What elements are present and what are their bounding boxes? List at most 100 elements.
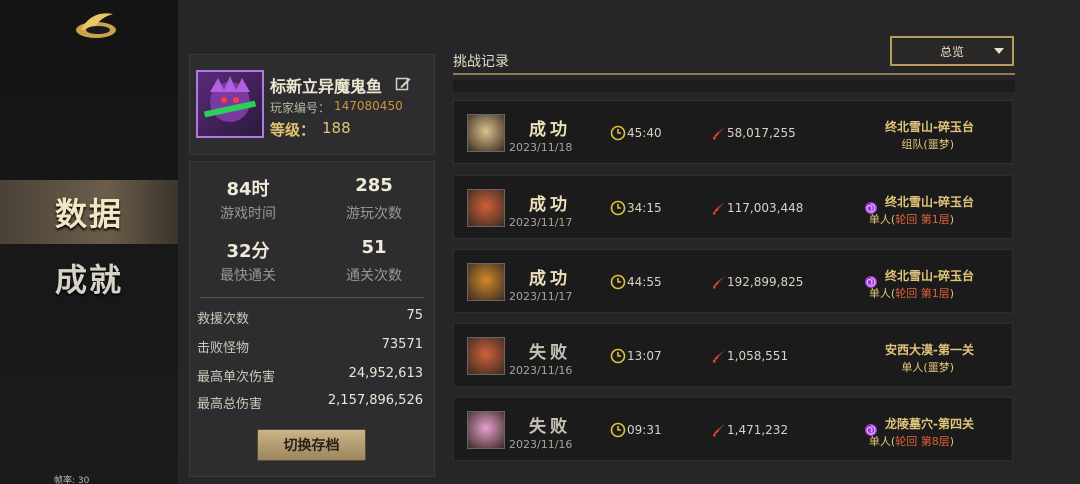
- record-mode-highlight: 轮回 第1层: [895, 213, 950, 226]
- clock-icon: [610, 125, 626, 141]
- record-result: 失败: [529, 343, 571, 363]
- damage-sword-icon: [713, 350, 725, 363]
- record-mode-suffix: ): [949, 213, 954, 226]
- records-title: 挑战记录: [453, 54, 509, 70]
- record-character-avatar: [467, 263, 505, 301]
- stat-row-label: 救援次数: [197, 312, 250, 327]
- record-mode-highlight: 轮回 第1层: [895, 287, 950, 300]
- stat-row-value: 73571: [381, 337, 423, 352]
- stat-playcount-value: 285: [355, 175, 393, 196]
- record-mode-highlight: 轮回 第8层: [895, 435, 950, 448]
- record-result: 成功: [529, 269, 571, 289]
- record-date: 2023/11/18: [509, 141, 573, 154]
- record-character-avatar: [467, 337, 505, 375]
- record-duration: 45:40: [627, 126, 662, 140]
- record-mode-suffix: ): [949, 435, 954, 448]
- records-header-strip: [453, 80, 1015, 92]
- record-row[interactable]: 成功 2023/11/17 34:15 117,003,448 终北雪山-碎玉台单人(轮…: [453, 175, 1013, 239]
- stat-fastest-value: 32分: [226, 241, 270, 262]
- record-mode: 单人(轮回 第1层): [869, 285, 954, 301]
- stats-divider: [200, 297, 424, 298]
- record-date: 2023/11/16: [509, 438, 573, 451]
- stat-playcount-label: 游玩次数: [346, 206, 402, 222]
- clock-icon: [610, 422, 626, 438]
- player-name: 标新立异魔鬼鱼: [270, 77, 383, 96]
- level-label: 等级：: [270, 121, 316, 139]
- record-date: 2023/11/17: [509, 290, 573, 303]
- record-mode: 组队(噩梦): [901, 136, 954, 152]
- stat-row-label: 最高单次伤害: [197, 370, 276, 385]
- damage-sword-icon: [713, 202, 725, 215]
- player-id-label: 玩家编号：: [270, 101, 331, 115]
- record-damage: 1,471,232: [727, 423, 789, 437]
- record-damage: 1,058,551: [727, 349, 789, 363]
- player-id: 147080450: [334, 99, 403, 113]
- level-value: 188: [322, 119, 351, 137]
- record-stage: 终北雪山-碎玉台: [885, 195, 974, 209]
- record-mode: 单人(轮回 第8层): [869, 433, 954, 449]
- record-date: 2023/11/16: [509, 364, 573, 377]
- record-mode-suffix: ): [949, 287, 954, 300]
- fps-counter: 帧率: 30: [54, 476, 90, 484]
- record-mode-prefix: 单人(: [901, 361, 928, 374]
- nav-tab-achievements[interactable]: 成就: [0, 246, 178, 310]
- record-mode-prefix: 单人(: [868, 287, 896, 300]
- record-damage: 192,899,825: [727, 275, 804, 289]
- record-row[interactable]: 成功 2023/11/18 45:40 58,017,255 终北雪山-碎玉台 组队(噩梦…: [453, 100, 1013, 164]
- stat-clears-label: 通关次数: [346, 268, 402, 284]
- player-avatar[interactable]: [196, 70, 264, 138]
- record-result: 成功: [529, 195, 571, 215]
- stat-clears-value: 51: [361, 237, 387, 258]
- record-result: 失败: [529, 417, 571, 437]
- stat-row-value: 75: [406, 308, 423, 323]
- record-row[interactable]: 失败 2023/11/16 13:07 1,058,551 安西大漠-第一关 单人(噩梦): [453, 323, 1013, 387]
- stat-playtime-label: 游戏时间: [220, 206, 276, 222]
- record-character-avatar: [467, 411, 505, 449]
- record-duration: 44:55: [627, 275, 662, 289]
- record-character-avatar: [467, 189, 505, 227]
- record-mode: 单人(噩梦): [901, 359, 954, 375]
- stat-playtime-value: 84时: [226, 179, 270, 200]
- damage-sword-icon: [713, 276, 725, 289]
- record-duration: 13:07: [627, 349, 662, 363]
- records-filter-value: 总览: [939, 44, 964, 59]
- record-result: 成功: [529, 120, 571, 140]
- record-character-avatar: [467, 114, 505, 152]
- switch-save-button[interactable]: 切换存档: [257, 429, 366, 461]
- record-mode-prefix: 单人(: [868, 213, 896, 226]
- stat-row-label: 最高总伤害: [197, 397, 263, 412]
- record-date: 2023/11/17: [509, 216, 573, 229]
- record-stage: 终北雪山-碎玉台: [885, 120, 974, 134]
- record-mode-prefix: 组队(: [901, 138, 928, 151]
- record-row[interactable]: 成功 2023/11/17 44:55 192,899,825 终北雪山-碎玉台单人(轮…: [453, 249, 1013, 313]
- damage-sword-icon: [713, 424, 725, 437]
- record-duration: 34:15: [627, 201, 662, 215]
- nav-tab-data[interactable]: 数据: [0, 180, 178, 244]
- clock-icon: [610, 200, 626, 216]
- record-stage: 安西大漠-第一关: [885, 343, 974, 357]
- stat-row-value: 2,157,896,526: [327, 393, 423, 408]
- record-mode-suffix: 噩梦): [927, 361, 954, 374]
- clock-icon: [610, 348, 626, 364]
- record-mode: 单人(轮回 第1层): [869, 211, 954, 227]
- record-damage: 58,017,255: [727, 126, 796, 140]
- record-duration: 09:31: [627, 423, 662, 437]
- record-mode-suffix: 噩梦): [927, 138, 954, 151]
- avatar-portrait-icon: [203, 76, 257, 122]
- chevron-down-icon: [994, 48, 1004, 54]
- record-stage: 龙陵墓穴-第四关: [885, 417, 974, 431]
- clock-icon: [610, 274, 626, 290]
- side-nav: 数据 成就 帧率: 30: [0, 0, 178, 484]
- records-filter-dropdown[interactable]: 总览: [890, 36, 1014, 66]
- edit-name-icon[interactable]: [395, 76, 411, 92]
- record-mode-prefix: 单人(: [868, 435, 896, 448]
- record-damage: 117,003,448: [727, 201, 804, 215]
- record-row[interactable]: 失败 2023/11/16 09:31 1,471,232 龙陵墓穴-第四关单人(轮回 …: [453, 397, 1013, 461]
- records-title-underline: [453, 73, 1015, 75]
- game-logo-icon: [76, 13, 116, 38]
- stat-fastest-label: 最快通关: [220, 268, 276, 284]
- record-stage: 终北雪山-碎玉台: [885, 269, 974, 283]
- stat-row-value: 24,952,613: [348, 366, 423, 381]
- stat-row-label: 击败怪物: [197, 341, 250, 356]
- damage-sword-icon: [713, 127, 725, 140]
